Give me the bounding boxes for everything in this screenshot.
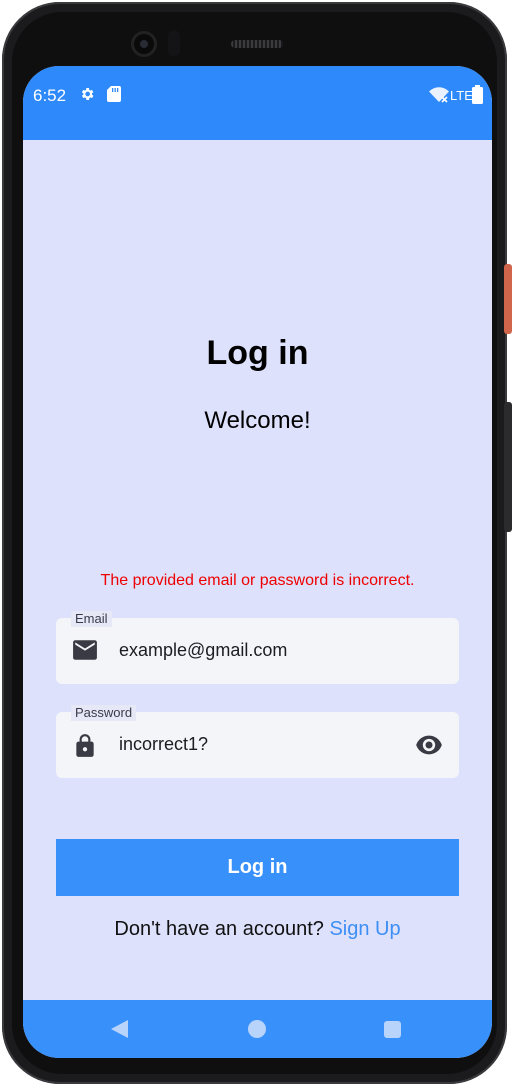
welcome-text: Welcome! [204, 407, 311, 434]
lock-icon [72, 733, 98, 764]
signup-link[interactable]: Sign Up [329, 918, 400, 940]
password-field[interactable]: Password incorrect1? [56, 705, 459, 778]
battery-icon [472, 85, 483, 109]
sd-card-icon [107, 86, 121, 107]
navigation-bar [23, 1000, 492, 1058]
status-time: 6:52 [33, 86, 67, 105]
status-bar: 6:52 LTE [23, 66, 492, 140]
volume-rocker [504, 402, 512, 532]
home-circle-icon[interactable] [248, 1020, 266, 1038]
screen: 6:52 LTE Log in Welcome! The provided em… [23, 66, 492, 1058]
power-button [504, 264, 512, 334]
proximity-sensor [168, 30, 180, 56]
login-form: Log in Welcome! The provided email or pa… [23, 140, 492, 1000]
page-title: Log in [206, 334, 309, 372]
front-camera [134, 34, 154, 54]
back-triangle-icon[interactable] [111, 1020, 129, 1043]
earpiece-speaker [231, 40, 283, 48]
recents-square-icon[interactable] [384, 1021, 401, 1038]
login-button[interactable]: Log in [56, 839, 459, 896]
error-message: The provided email or password is incorr… [100, 572, 415, 589]
email-field-label: Email [71, 611, 112, 627]
password-field-label: Password [71, 705, 137, 721]
network-type-label: LTE [450, 88, 473, 103]
settings-gear-icon [79, 86, 95, 107]
wifi-off-icon [429, 87, 449, 108]
mail-icon [72, 639, 98, 666]
signup-row: Don't have an account? Sign Up [23, 918, 492, 941]
password-input[interactable]: incorrect1? [119, 734, 208, 755]
eye-icon[interactable] [415, 734, 443, 761]
email-input[interactable]: example@gmail.com [119, 640, 287, 661]
phone-frame: 6:52 LTE Log in Welcome! The provided em… [2, 2, 512, 1084]
email-field[interactable]: Email example@gmail.com [56, 611, 459, 684]
signup-prompt: Don't have an account? [114, 918, 324, 940]
